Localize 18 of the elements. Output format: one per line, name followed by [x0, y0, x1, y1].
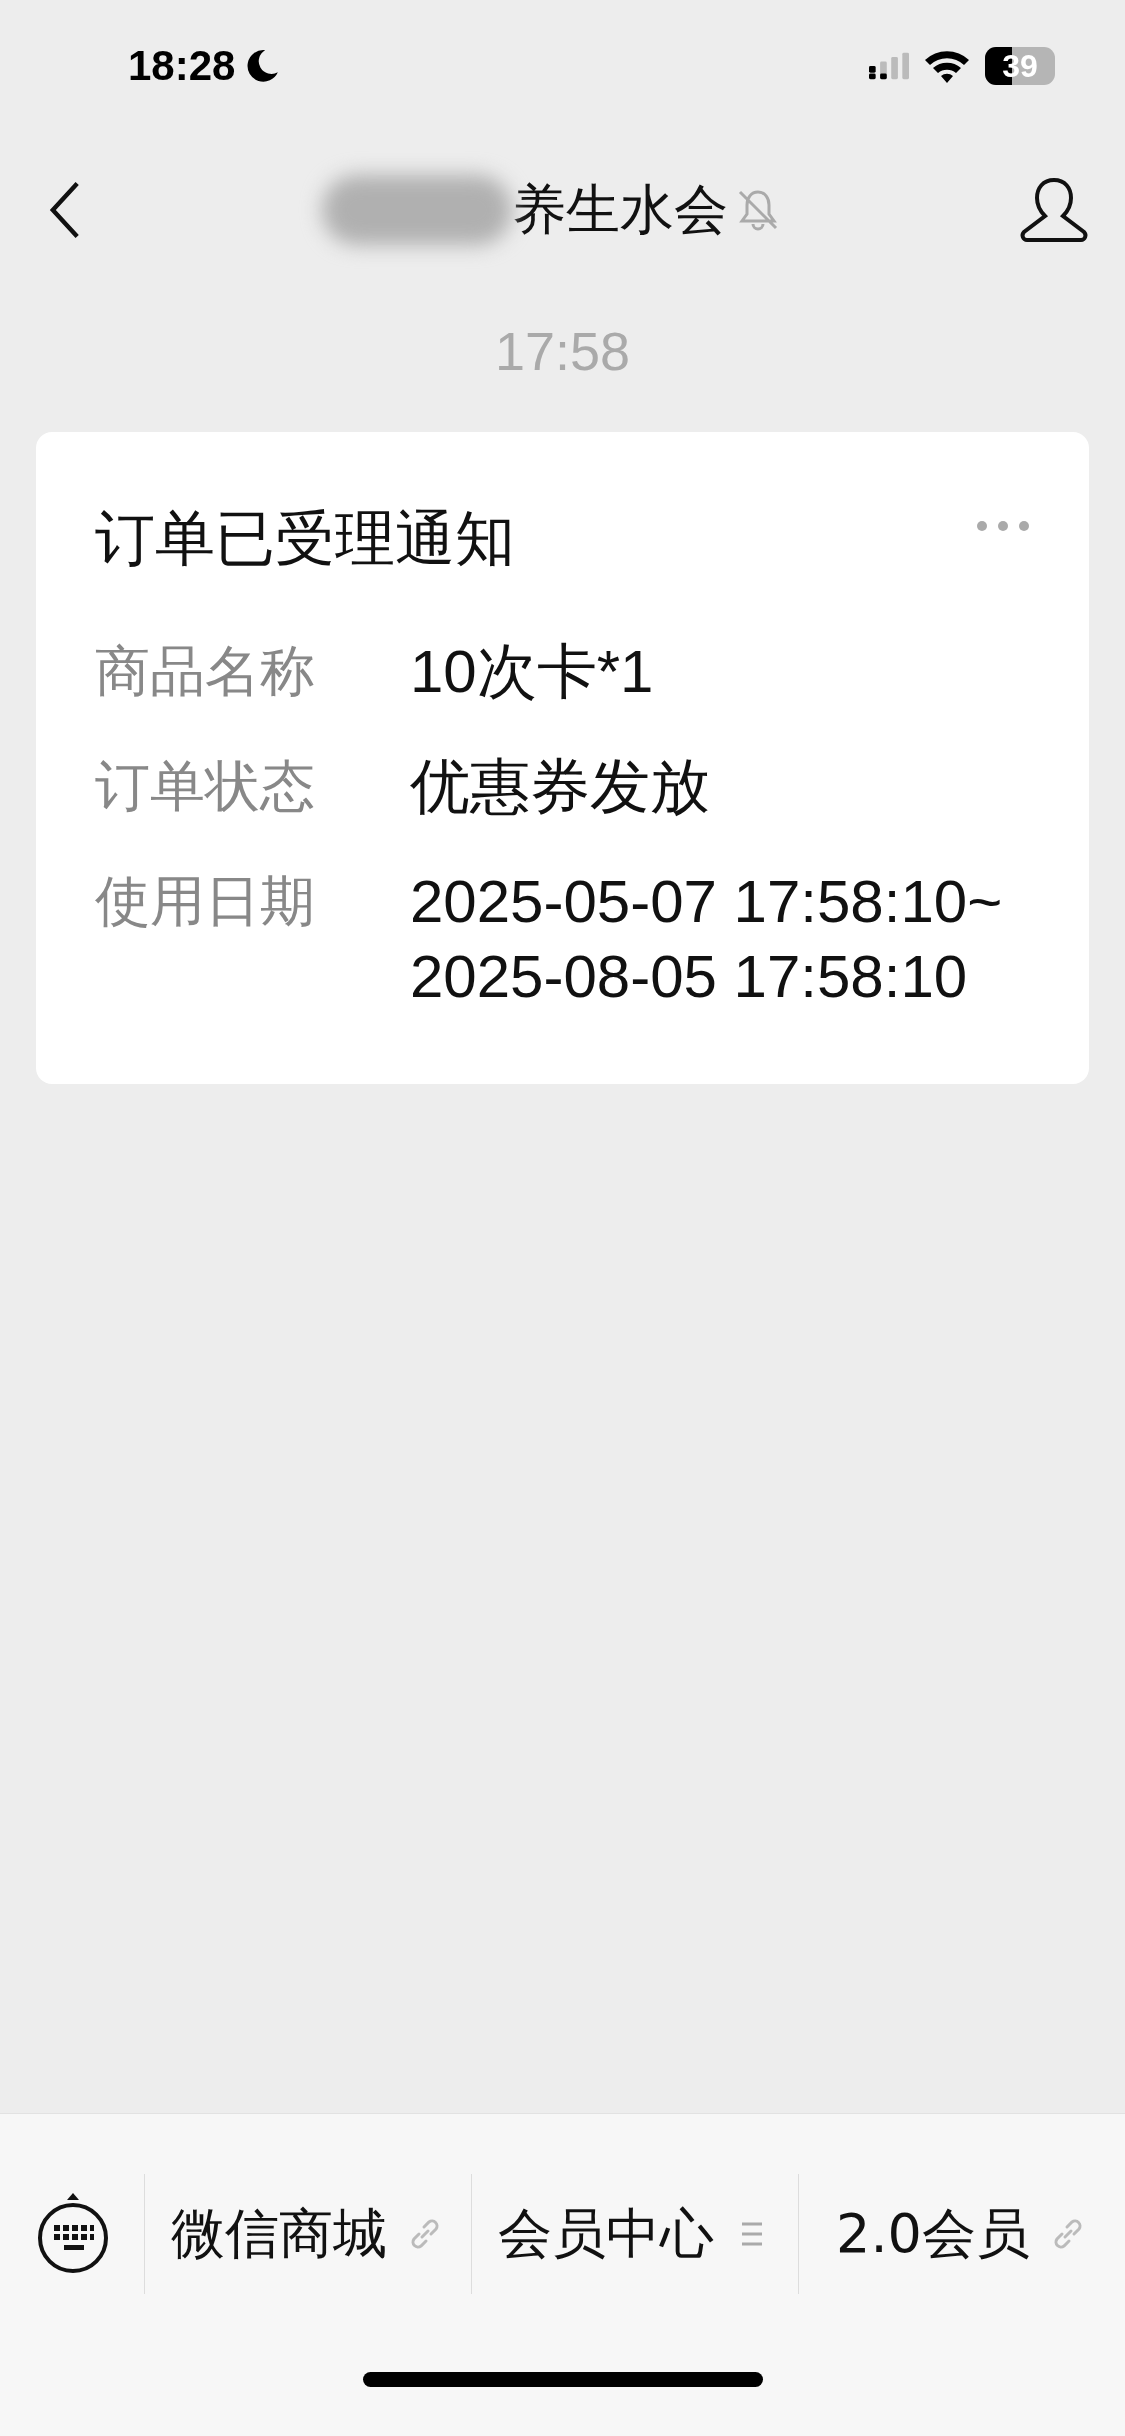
field-label: 商品名称: [95, 638, 316, 705]
field-value: 2025-05-07 17:58:10~2025-08-05 17:58:10: [410, 867, 1004, 1012]
signal-icon: [869, 52, 909, 80]
message-time: 17:58: [493, 320, 632, 383]
card-title: 订单已受理通知: [95, 502, 515, 574]
menu-item[interactable]: 2.0会员: [836, 2197, 1030, 2271]
status-time: 18:28: [128, 42, 236, 90]
chat-title: 养生水会: [511, 176, 728, 243]
menu-item[interactable]: 会员中心: [498, 2197, 714, 2271]
keyboard-icon[interactable]: [36, 2193, 110, 2275]
field-value: 10次卡*1: [410, 637, 655, 707]
notification-card[interactable]: 订单已受理通知 商品名称 10次卡*1 订单状态 优惠券发放 使用日期 2025-05-07 17:58:10~2025-08-05 17:58:10: [36, 432, 1089, 1084]
profile-icon[interactable]: [1019, 177, 1089, 243]
field-value: 优惠券发放: [410, 752, 711, 822]
field-label: 订单状态: [95, 753, 316, 820]
field-label: 使用日期: [95, 868, 316, 935]
menu-item[interactable]: 微信商城: [171, 2197, 387, 2271]
wifi-icon: [923, 48, 971, 84]
